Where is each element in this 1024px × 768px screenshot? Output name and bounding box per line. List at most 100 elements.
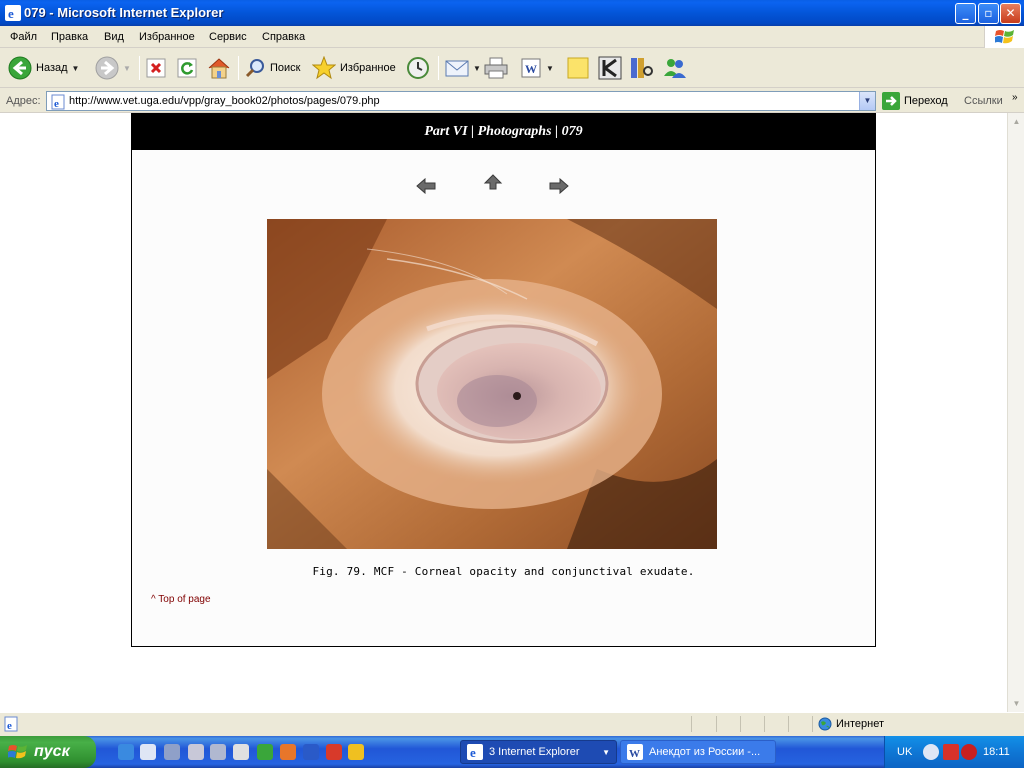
status-cell	[740, 716, 741, 732]
quicklaunch-scanner-icon[interactable]	[210, 744, 226, 760]
forward-dropdown-icon[interactable]: ▼	[123, 64, 131, 73]
star-icon	[312, 56, 336, 80]
security-zone: Интернет	[818, 717, 884, 731]
start-label: пуск	[34, 743, 70, 760]
group-dropdown-icon: ▼	[602, 747, 610, 757]
toolbar-separator	[139, 56, 140, 80]
edit-dropdown-icon[interactable]: ▼	[546, 64, 554, 73]
status-bar: e Интернет	[0, 712, 1024, 734]
vertical-scrollbar[interactable]: ▲ ▼	[1007, 113, 1024, 712]
address-bar: Адрес: e http://www.vet.uga.edu/vpp/gray…	[0, 89, 1024, 113]
stop-button[interactable]	[146, 54, 166, 82]
previous-arrow-icon[interactable]	[416, 178, 436, 194]
home-button[interactable]	[207, 54, 231, 82]
menu-tools[interactable]: Сервис	[209, 31, 247, 43]
menu-favorites[interactable]: Избранное	[139, 31, 195, 43]
tray-shield-icon[interactable]	[961, 744, 977, 760]
quicklaunch-user-icon[interactable]	[233, 744, 249, 760]
messenger-button[interactable]	[662, 54, 688, 82]
taskbar-word-window[interactable]: W Анекдот из России -...	[620, 740, 776, 764]
zone-label: Интернет	[836, 718, 884, 730]
maximize-button[interactable]: ▫	[978, 3, 999, 24]
status-cell	[788, 716, 789, 732]
scroll-down-icon[interactable]: ▼	[1009, 696, 1024, 711]
go-button[interactable]: Переход	[882, 92, 948, 110]
next-arrow-icon[interactable]	[549, 178, 569, 194]
taskbar-ie-label: 3 Internet Explorer	[489, 746, 580, 758]
notes-button[interactable]	[566, 54, 590, 82]
taskbar-ie-group[interactable]: e 3 Internet Explorer ▼	[460, 740, 617, 764]
history-icon	[407, 57, 429, 79]
start-button[interactable]: пуск	[0, 736, 96, 768]
stop-icon	[146, 58, 166, 78]
scroll-up-icon[interactable]: ▲	[1009, 114, 1024, 129]
close-button[interactable]: ✕	[1000, 3, 1021, 24]
back-dropdown-icon[interactable]: ▼	[72, 64, 80, 73]
edit-button[interactable]: W ▼	[520, 54, 554, 82]
search-button[interactable]: Поиск	[244, 54, 300, 82]
ie-icon: e	[5, 5, 21, 21]
system-tray: UK 18:11	[884, 736, 1024, 768]
up-arrow-icon[interactable]	[483, 174, 503, 190]
menu-bar: Файл Правка Вид Избранное Сервис Справка	[0, 26, 1024, 48]
tray-kaspersky-icon[interactable]	[943, 744, 959, 760]
clock: 18:11	[983, 746, 1010, 758]
minimize-button[interactable]: _	[955, 3, 976, 24]
address-dropdown-icon[interactable]: ▼	[859, 92, 875, 110]
page-container: Part VI | Photographs | 079 Fig. 79. MCF…	[131, 113, 876, 647]
mail-button[interactable]: ▼	[445, 54, 481, 82]
language-indicator[interactable]: UK	[897, 746, 912, 758]
links-label[interactable]: Ссылки	[964, 95, 1003, 107]
links-chevron-icon[interactable]: »	[1012, 92, 1018, 103]
note-icon	[567, 57, 589, 79]
go-label: Переход	[904, 95, 948, 107]
mail-dropdown-icon[interactable]: ▼	[473, 64, 481, 73]
svg-text:e: e	[470, 745, 476, 760]
menu-file[interactable]: Файл	[10, 31, 37, 43]
address-input[interactable]: e http://www.vet.uga.edu/vpp/gray_book02…	[46, 91, 876, 111]
forward-button[interactable]: ▼	[95, 54, 131, 82]
page-status-icon: e	[4, 716, 18, 732]
quicklaunch-browser-icon[interactable]	[303, 744, 319, 760]
windows-logo-icon	[984, 26, 1024, 48]
title-bar[interactable]: e 079 - Microsoft Internet Explorer _ ▫ …	[0, 0, 1024, 26]
status-cell	[716, 716, 717, 732]
menu-view[interactable]: Вид	[104, 31, 124, 43]
back-arrow-icon	[8, 56, 32, 80]
toolbar: Назад ▼ ▼ Поиск Избранное ▼ W ▼	[0, 48, 1024, 88]
top-of-page-link[interactable]: ^ Top of page	[151, 594, 211, 605]
print-button[interactable]	[483, 54, 509, 82]
taskbar-word-label: Анекдот из России -...	[649, 746, 761, 758]
k-icon	[598, 56, 622, 80]
page-icon: e	[51, 94, 65, 110]
favorites-button[interactable]: Избранное	[312, 54, 396, 82]
toolbar-separator	[438, 56, 439, 80]
favorites-label: Избранное	[340, 62, 396, 74]
address-label: Адрес:	[6, 95, 41, 107]
svg-text:e: e	[8, 6, 14, 21]
quicklaunch-firefox-icon[interactable]	[280, 744, 296, 760]
refresh-button[interactable]	[177, 54, 197, 82]
tray-arrow-icon[interactable]	[923, 744, 939, 760]
menu-help[interactable]: Справка	[262, 31, 305, 43]
ie-icon: e	[467, 744, 483, 760]
research-button[interactable]	[629, 54, 655, 82]
svg-text:W: W	[525, 62, 537, 76]
quicklaunch-media-icon[interactable]	[348, 744, 364, 760]
refresh-icon	[177, 58, 197, 78]
status-cell	[812, 716, 813, 732]
printer-icon	[484, 57, 508, 79]
back-button[interactable]: Назад ▼	[8, 54, 79, 82]
history-button[interactable]	[406, 54, 430, 82]
svg-text:e: e	[7, 720, 12, 732]
quicklaunch-drive-icon[interactable]	[188, 744, 204, 760]
k-toolbar-button[interactable]	[598, 54, 622, 82]
quicklaunch-desktop-icon[interactable]	[140, 744, 156, 760]
window-title: 079 - Microsoft Internet Explorer	[24, 5, 224, 20]
quicklaunch-acrobat-icon[interactable]	[326, 744, 342, 760]
search-label: Поиск	[270, 62, 301, 74]
quicklaunch-globe-icon[interactable]	[257, 744, 273, 760]
quicklaunch-ie-icon[interactable]	[118, 744, 134, 760]
quicklaunch-network-icon[interactable]	[164, 744, 180, 760]
menu-edit[interactable]: Правка	[51, 31, 88, 43]
